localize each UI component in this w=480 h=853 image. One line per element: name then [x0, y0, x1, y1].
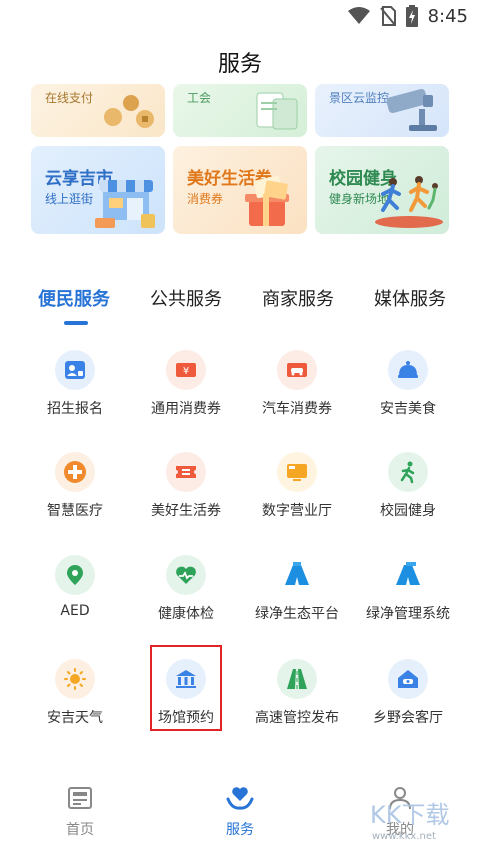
service-campus-fitness[interactable]: 校园健身: [348, 452, 468, 542]
student-id-icon: [55, 350, 95, 390]
service-car-coupon[interactable]: 汽车消费券: [237, 350, 357, 440]
medical-cross-icon: [55, 452, 95, 492]
watermark-logo: KK下载 www.kkx.net: [366, 793, 462, 845]
heart-hand-icon: [226, 787, 254, 810]
status-time: 8:45: [427, 5, 468, 27]
gift-coupon-icon: [245, 175, 289, 226]
wifi-icon: [347, 7, 370, 24]
tv-hall-icon: [277, 452, 317, 492]
bottom-navigation: 首页 服务 我的 KK下载 www.kkx.net: [0, 775, 480, 853]
service-label: 乡野会客厅: [373, 710, 443, 726]
svg-text:¥: ¥: [183, 366, 189, 377]
banner-good-life-coupon[interactable]: 美好生活券 消费券: [173, 146, 307, 234]
service-label: 校园健身: [380, 503, 436, 519]
service-digital-hall[interactable]: 数字营业厅: [237, 452, 357, 542]
service-health-checkup[interactable]: 健康体检: [126, 555, 246, 645]
banner-cloud-market[interactable]: 云享吉市 线上逛街: [31, 146, 165, 234]
nav-home[interactable]: 首页: [30, 785, 130, 839]
documents-icon: [256, 92, 298, 130]
runners-icon: [375, 176, 443, 228]
svg-text:KK下载: KK下载: [370, 801, 449, 829]
tab-convenience[interactable]: 便民服务: [38, 285, 110, 311]
banner-subtitle: 消费券: [187, 192, 224, 206]
banner-subtitle: 线上逛街: [45, 192, 94, 206]
service-label: 通用消费券: [151, 401, 221, 417]
service-enrollment[interactable]: 招生报名: [15, 350, 135, 440]
service-label: 汽车消费券: [262, 401, 332, 417]
house-icon: [388, 659, 428, 699]
road-management-icon: [388, 555, 428, 595]
service-anji-weather[interactable]: 安吉天气: [15, 659, 135, 749]
service-general-coupon[interactable]: ¥ 通用消费券: [126, 350, 246, 440]
tab-public[interactable]: 公共服务: [150, 285, 222, 311]
svg-text:www.kkx.net: www.kkx.net: [372, 831, 436, 842]
nav-label: 服务: [226, 822, 254, 838]
shop-stall-icon: [95, 180, 155, 228]
service-good-life-coupon[interactable]: 美好生活券: [126, 452, 246, 542]
service-aed[interactable]: AED: [15, 555, 135, 645]
service-label: 高速管控发布: [255, 710, 339, 726]
nav-services[interactable]: 服务: [190, 785, 290, 839]
camera-icon: [386, 88, 437, 131]
nav-label: 首页: [66, 822, 94, 838]
service-smart-medical[interactable]: 智慧医疗: [15, 452, 135, 542]
service-label: 智慧医疗: [47, 503, 103, 519]
location-pin-icon: [55, 555, 95, 595]
service-label: AED: [60, 603, 90, 619]
service-label: 安吉美食: [380, 401, 436, 417]
no-sim-icon: [379, 6, 396, 26]
sun-icon: [55, 659, 95, 699]
newspaper-icon: [68, 787, 92, 809]
service-label: 绿净生态平台: [255, 606, 339, 622]
tab-media[interactable]: 媒体服务: [374, 285, 446, 311]
page-title: 服务: [217, 52, 262, 77]
battery-charging-icon: [405, 5, 418, 27]
coupon-icon: ¥: [166, 350, 206, 390]
service-highway-control[interactable]: 高速管控发布: [237, 659, 357, 749]
service-label: 数字营业厅: [262, 503, 332, 519]
banner-campus-fitness[interactable]: 校园健身 健身新场地: [315, 146, 449, 234]
tab-merchant[interactable]: 商家服务: [262, 285, 334, 311]
banner-union[interactable]: 工会: [173, 84, 307, 137]
ticket-icon: [166, 452, 206, 492]
banner-scenic-monitor[interactable]: 景区云监控: [315, 84, 449, 137]
banner-subtitle: 在线支付: [45, 91, 94, 105]
service-label: 健康体检: [158, 606, 214, 622]
car-coupon-icon: [277, 350, 317, 390]
service-label: 招生报名: [47, 401, 103, 417]
service-anji-food[interactable]: 安吉美食: [348, 350, 468, 440]
service-label: 美好生活券: [151, 503, 221, 519]
service-green-eco-platform[interactable]: 绿净生态平台: [237, 555, 357, 645]
service-label: 绿净管理系统: [366, 606, 450, 622]
service-tabs: 便民服务 公共服务 商家服务 媒体服务: [0, 285, 480, 335]
banner-subtitle: 工会: [187, 91, 212, 105]
tab-active-indicator: [64, 321, 88, 325]
service-label: 安吉天气: [47, 710, 103, 726]
road-ecology-icon: [277, 555, 317, 595]
coins-icon: [104, 95, 154, 128]
status-bar: 8:45: [0, 0, 480, 34]
running-icon: [388, 452, 428, 492]
service-green-management[interactable]: 绿净管理系统: [348, 555, 468, 645]
highway-icon: [277, 659, 317, 699]
banner-online-payment[interactable]: 在线支付: [31, 84, 165, 137]
service-rural-lounge[interactable]: 乡野会客厅: [348, 659, 468, 749]
highlight-box: [150, 645, 222, 731]
heart-pulse-icon: [166, 555, 206, 595]
food-cloche-icon: [388, 350, 428, 390]
